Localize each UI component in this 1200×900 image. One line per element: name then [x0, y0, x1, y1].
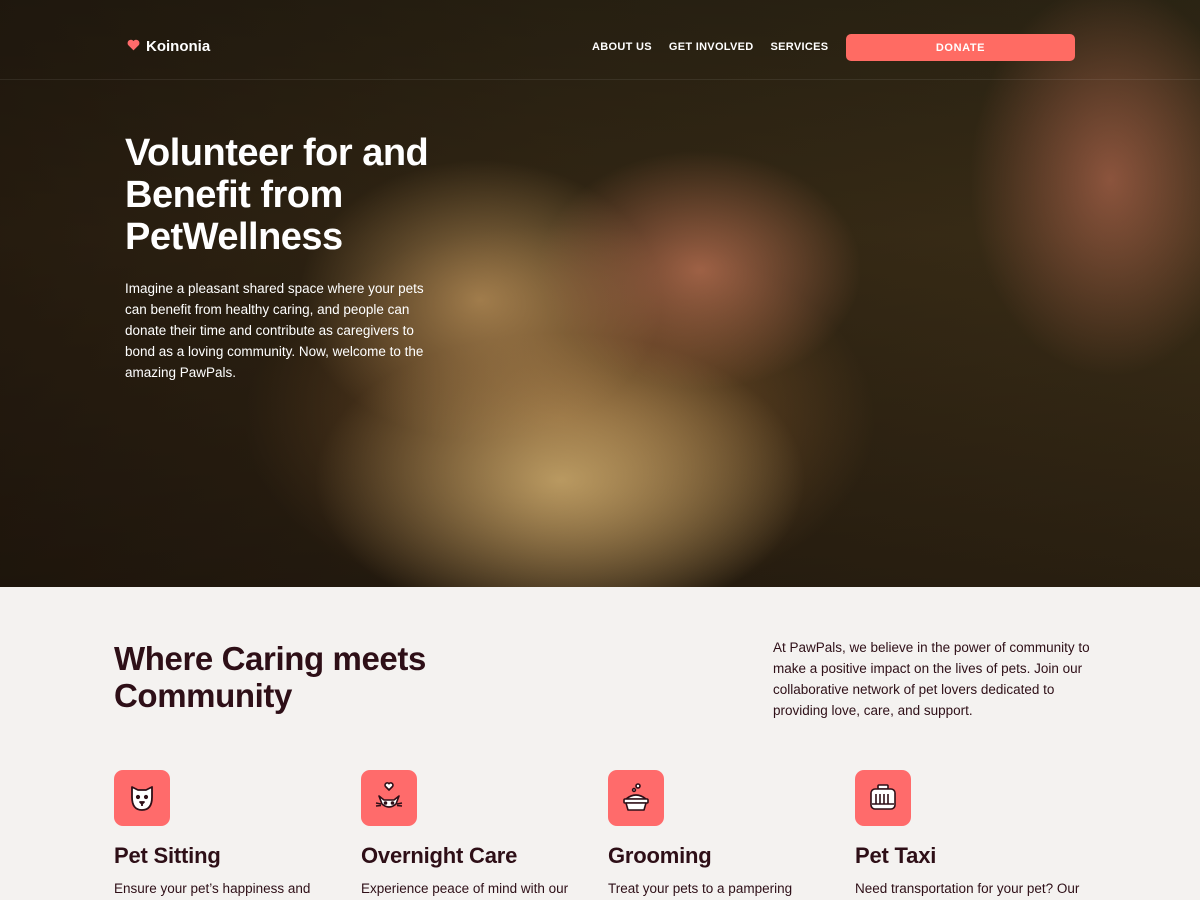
service-card-pet-sitting[interactable]: Pet Sitting Ensure your pet’s happiness … — [114, 770, 361, 896]
service-card-overnight-care[interactable]: Overnight Care Experience peace of mind … — [361, 770, 608, 896]
brand-name: Koinonia — [146, 38, 211, 55]
hero-section: Koinonia ABOUT US GET INVOLVED SERVICES … — [0, 0, 1200, 587]
hero-description: Imagine a pleasant shared space where yo… — [125, 281, 424, 380]
service-description: Treat your pets to a pampering — [608, 881, 793, 896]
services-list: Pet Sitting Ensure your pet’s happiness … — [114, 770, 1102, 896]
pet-carrier-icon — [855, 770, 911, 826]
community-section: Where Caring meets Community At PawPals,… — [0, 587, 1200, 900]
service-description: Need transportation for your pet? Our — [855, 881, 1080, 896]
service-title: Pet Taxi — [855, 843, 937, 868]
nav-links: ABOUT US GET INVOLVED SERVICES — [592, 41, 828, 53]
nav-services[interactable]: SERVICES — [771, 41, 829, 53]
service-card-pet-taxi[interactable]: Pet Taxi Need transportation for your pe… — [855, 770, 1102, 896]
service-description: Ensure your pet’s happiness and — [114, 881, 311, 896]
service-title: Pet Sitting — [114, 843, 221, 868]
service-title: Grooming — [608, 843, 712, 868]
dog-face-icon — [114, 770, 170, 826]
top-nav: Koinonia ABOUT US GET INVOLVED SERVICES … — [0, 0, 1200, 80]
service-description: Experience peace of mind with our — [361, 881, 569, 896]
service-title: Overnight Care — [361, 843, 518, 868]
service-card-grooming[interactable]: Grooming Treat your pets to a pampering — [608, 770, 855, 896]
donate-button[interactable]: DONATE — [846, 34, 1075, 61]
nav-about-us[interactable]: ABOUT US — [592, 41, 652, 53]
hero-title: Volunteer for and Benefit from PetWellne… — [125, 132, 429, 258]
cat-heart-icon — [361, 770, 417, 826]
brand-logo[interactable]: Koinonia — [127, 38, 210, 55]
section-title: Where Caring meets Community — [114, 640, 426, 714]
section-description: At PawPals, we believe in the power of c… — [773, 640, 1090, 718]
hero-content: Volunteer for and Benefit from PetWellne… — [125, 132, 445, 383]
nav-get-involved[interactable]: GET INVOLVED — [669, 41, 754, 53]
heart-icon — [127, 39, 140, 54]
pet-bath-icon — [608, 770, 664, 826]
